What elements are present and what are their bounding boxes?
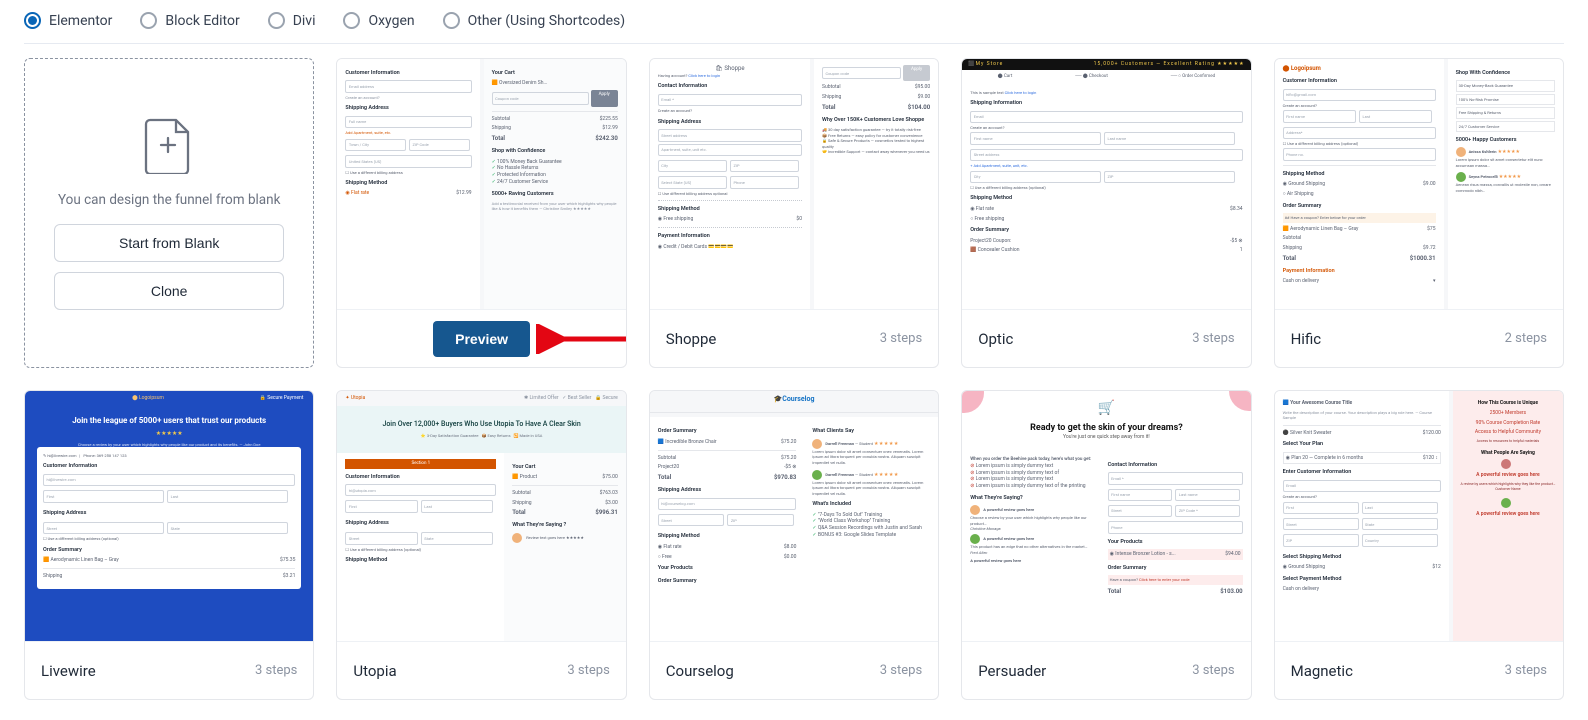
template-footer: Courselog 3 steps (650, 641, 938, 699)
preview-button[interactable]: Preview (433, 321, 530, 357)
template-thumbnail: 🎓Courselog Order Summary 🟦 Incredible Br… (650, 391, 938, 641)
template-footer-hovered: Preview (337, 309, 625, 367)
radio-icon (24, 12, 41, 29)
template-thumbnail: 🛍 Shoppe Having account? Click here to l… (650, 59, 938, 309)
start-from-blank-button[interactable]: Start from Blank (54, 224, 284, 262)
template-footer: Hific 2 steps (1275, 309, 1563, 367)
template-grid: You can design the funnel from blank Sta… (24, 58, 1564, 700)
template-steps: 3 steps (880, 331, 922, 346)
template-steps: 3 steps (880, 663, 922, 678)
template-footer: Optic 3 steps (962, 309, 1250, 367)
template-card-hovered[interactable]: Customer Information Email address Creat… (336, 58, 626, 368)
template-thumbnail: ⬤ Logoipsum Customer Information hific@g… (1275, 59, 1563, 309)
tab-other[interactable]: Other (Using Shortcodes) (443, 12, 626, 29)
template-card-shoppe[interactable]: 🛍 Shoppe Having account? Click here to l… (649, 58, 939, 368)
template-card-utopia[interactable]: ✦ Utopia✱ Limited Offer ✓ Best Seller 🔒 … (336, 390, 626, 700)
template-card-hific[interactable]: ⬤ Logoipsum Customer Information hific@g… (1274, 58, 1564, 368)
tab-divi[interactable]: Divi (268, 12, 316, 29)
tab-elementor[interactable]: Elementor (24, 12, 112, 29)
tab-label: Other (Using Shortcodes) (468, 13, 626, 29)
radio-icon (443, 12, 460, 29)
arrow-annotation-icon (536, 324, 627, 354)
blank-card: You can design the funnel from blank Sta… (24, 58, 314, 368)
template-footer: Shoppe 3 steps (650, 309, 938, 367)
template-thumbnail: ⬛ My Store15,000+ Customers — Excellent … (962, 59, 1250, 309)
cart-icon: 🛒 (968, 399, 1244, 418)
template-steps: 3 steps (255, 663, 297, 678)
template-steps: 3 steps (1192, 663, 1234, 678)
template-thumbnail: 🛒 Ready to get the skin of your dreams? … (962, 391, 1250, 641)
tab-label: Elementor (49, 13, 112, 29)
template-footer: Persuader 3 steps (962, 641, 1250, 699)
template-name: Magnetic (1291, 662, 1353, 680)
template-card-courselog[interactable]: 🎓Courselog Order Summary 🟦 Incredible Br… (649, 390, 939, 700)
blank-text: You can design the funnel from blank (58, 192, 281, 208)
template-name: Optic (978, 330, 1013, 348)
template-name: Shoppe (666, 330, 717, 348)
tab-oxygen[interactable]: Oxygen (343, 12, 414, 29)
tab-label: Block Editor (165, 13, 239, 29)
template-thumbnail: 🟦 Your Awesome Course Title Write the de… (1275, 391, 1563, 641)
builder-tabs: Elementor Block Editor Divi Oxygen Other… (24, 12, 1564, 44)
template-steps: 3 steps (1505, 663, 1547, 678)
template-card-optic[interactable]: ⬛ My Store15,000+ Customers — Excellent … (961, 58, 1251, 368)
template-thumbnail: ⬤ Logoipsum🔒 Secure Payment Join the lea… (25, 391, 313, 641)
template-name: Hific (1291, 330, 1322, 348)
template-thumbnail: ✦ Utopia✱ Limited Offer ✓ Best Seller 🔒 … (337, 391, 625, 641)
template-steps: 3 steps (1192, 331, 1234, 346)
template-footer: Magnetic 3 steps (1275, 641, 1563, 699)
radio-icon (140, 12, 157, 29)
radio-icon (268, 12, 285, 29)
tab-block-editor[interactable]: Block Editor (140, 12, 239, 29)
template-name: Livewire (41, 662, 96, 680)
radio-icon (343, 12, 360, 29)
tab-label: Oxygen (368, 13, 414, 29)
template-card-livewire[interactable]: ⬤ Logoipsum🔒 Secure Payment Join the lea… (24, 390, 314, 700)
clone-button[interactable]: Clone (54, 272, 284, 310)
plus-file-icon (144, 116, 194, 174)
template-steps: 3 steps (567, 663, 609, 678)
template-name: Utopia (353, 662, 396, 680)
template-thumbnail: Customer Information Email address Creat… (337, 59, 625, 309)
template-name: Courselog (666, 662, 734, 680)
tab-label: Divi (293, 13, 316, 29)
template-card-persuader[interactable]: 🛒 Ready to get the skin of your dreams? … (961, 390, 1251, 700)
template-footer: Livewire 3 steps (25, 641, 313, 699)
template-name: Persuader (978, 662, 1046, 680)
template-card-magnetic[interactable]: 🟦 Your Awesome Course Title Write the de… (1274, 390, 1564, 700)
template-steps: 2 steps (1505, 331, 1547, 346)
template-footer: Utopia 3 steps (337, 641, 625, 699)
